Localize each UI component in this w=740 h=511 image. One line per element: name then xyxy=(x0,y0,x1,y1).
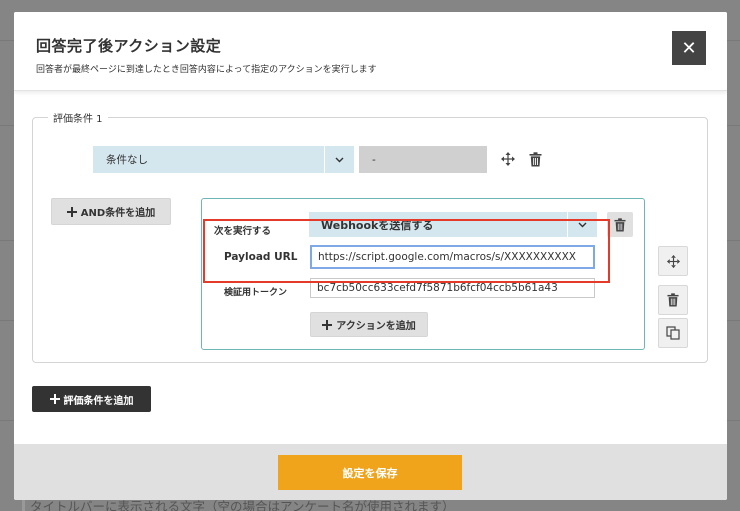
add-evaluation-condition-button[interactable]: 評価条件を追加 xyxy=(32,386,151,412)
next-action-label: 次を実行する xyxy=(214,226,272,237)
verification-token-label: 検証用トークン xyxy=(224,288,288,298)
add-action-button[interactable]: アクションを追加 xyxy=(310,312,428,337)
trash-icon xyxy=(667,293,679,307)
add-action-label: アクションを追加 xyxy=(336,321,416,332)
plus-icon xyxy=(322,319,333,330)
plus-icon xyxy=(49,394,60,404)
add-and-condition-label: AND条件を追加 xyxy=(80,208,156,219)
move-icon xyxy=(666,254,681,269)
modal-header: 回答完了後アクション設定 回答者が最終ページに到達したとき回答内容によって指定の… xyxy=(14,12,727,91)
delete-condition-button[interactable] xyxy=(658,285,688,315)
action-type-select[interactable]: Webhookを送信する xyxy=(309,212,597,237)
modal-title: 回答完了後アクション設定 xyxy=(36,37,222,55)
chevron-down-icon xyxy=(567,212,597,237)
payload-url-label: Payload URL xyxy=(224,251,298,263)
close-button[interactable]: ✕ xyxy=(672,31,706,65)
condition-value-text: - xyxy=(372,153,376,166)
copy-condition-button[interactable] xyxy=(658,318,688,348)
condition-select-value: 条件なし xyxy=(106,154,148,166)
action-settings-modal: 回答完了後アクション設定 回答者が最終ページに到達したとき回答内容によって指定の… xyxy=(14,12,727,500)
condition-select[interactable]: 条件なし xyxy=(93,146,354,173)
move-condition-button[interactable] xyxy=(658,246,688,276)
modal-subtitle: 回答者が最終ページに到達したとき回答内容によって指定のアクションを実行します xyxy=(36,65,377,75)
condition-fieldset: 評価条件 1 条件なし - AND条件を追加 次を実行する Webhookを送信… xyxy=(32,110,708,363)
trash-icon[interactable] xyxy=(527,150,543,168)
plus-icon xyxy=(66,206,77,217)
delete-action-button[interactable] xyxy=(607,212,633,237)
close-icon: ✕ xyxy=(681,37,697,59)
chevron-down-icon xyxy=(324,146,354,173)
condition-legend: 評価条件 1 xyxy=(48,110,108,125)
save-settings-button[interactable]: 設定を保存 xyxy=(278,455,462,490)
action-panel: 次を実行する Webhookを送信する Payload URL https://… xyxy=(201,198,645,350)
verification-token-input[interactable]: bc7cb50cc633cefd7f5871b6fcf04ccb5b61a43 xyxy=(310,278,595,298)
copy-icon xyxy=(666,326,680,340)
add-evaluation-condition-label: 評価条件を追加 xyxy=(63,395,134,407)
trash-icon xyxy=(614,217,626,232)
action-type-value: Webhookを送信する xyxy=(321,218,434,232)
add-and-condition-button[interactable]: AND条件を追加 xyxy=(51,198,171,225)
move-icon[interactable] xyxy=(499,150,517,168)
condition-value-field[interactable]: - xyxy=(359,146,487,173)
payload-url-input[interactable]: https://script.google.com/macros/s/XXXXX… xyxy=(310,245,595,269)
